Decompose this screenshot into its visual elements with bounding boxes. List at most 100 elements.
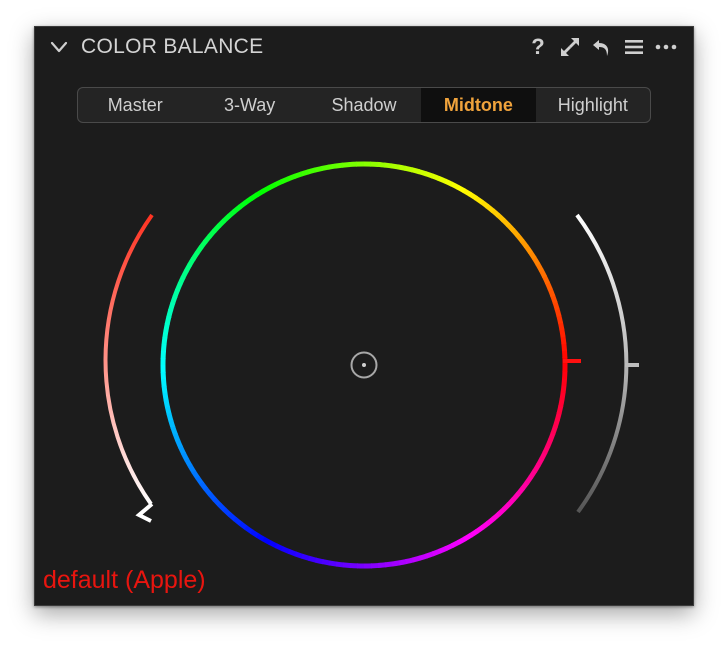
hue-ring-segment <box>306 167 316 175</box>
hue-ring-segment <box>170 426 178 436</box>
hue-ring-segment <box>187 257 196 267</box>
hue-ring-segment <box>456 184 466 194</box>
hue-ring-segment <box>383 162 393 169</box>
hue-ring-segment <box>548 431 556 442</box>
hue-ring-segment <box>280 176 290 185</box>
hue-ring-segment <box>314 557 324 565</box>
hue-ring-segment <box>538 268 547 278</box>
hue-ring-segment <box>450 181 460 190</box>
hue-ring-segment <box>552 301 560 311</box>
hue-ring-segment <box>174 282 183 292</box>
hue-ring-segment <box>172 288 180 299</box>
hue-ring-segment <box>506 497 516 507</box>
hue-ring-segment <box>474 195 484 205</box>
hue-ring-segment <box>237 200 248 210</box>
hue-ring-segment <box>545 438 554 448</box>
hue-ring-segment <box>227 512 238 522</box>
hue-ring-segment <box>535 262 544 272</box>
hue-ring-segment <box>249 192 259 202</box>
hue-ring-segment <box>177 275 186 286</box>
hue-ring-segment <box>501 502 512 512</box>
hue-ring-segment <box>417 169 427 177</box>
hue-ring-segment <box>469 528 479 538</box>
hue-ring-segment <box>412 555 422 563</box>
color-balance-panel: COLOR BALANCE ? Master 3-Way Shadow Midt… <box>34 26 694 606</box>
hue-ring-segment <box>558 398 565 408</box>
hue-ring-segment <box>539 451 548 461</box>
hue-ring-segment <box>501 217 511 228</box>
hue-ring-segment <box>267 182 277 191</box>
hue-ring-segment <box>178 445 187 456</box>
hue-ring-segment <box>232 204 242 214</box>
hue-ring-segment <box>377 562 387 569</box>
hue-ring-segment <box>561 377 568 387</box>
hue-ring-segment <box>341 161 351 168</box>
hue-ring-segment <box>542 444 551 455</box>
left-slider-handle[interactable] <box>135 502 154 523</box>
hue-ring-segment <box>528 469 538 479</box>
hue-ring-segment <box>550 294 558 304</box>
hue-ring-segment <box>180 269 189 279</box>
hue-ring-segment <box>175 439 184 449</box>
hue-ring-segment <box>313 165 323 173</box>
hue-ring-segment <box>194 245 204 255</box>
hue-ring-segment <box>320 164 330 172</box>
hue-ring-segment <box>516 486 526 496</box>
hue-ring-segment <box>287 549 298 557</box>
hue-ring-segment <box>523 244 533 255</box>
hue-ring-segment <box>342 562 352 569</box>
hue-ring-segment <box>430 173 441 181</box>
hue-ring-segment <box>161 336 168 346</box>
hue-ring-segment <box>198 239 208 250</box>
hue-ring-segment <box>527 250 537 260</box>
hue-ring-segment <box>273 179 284 188</box>
hue-ring-segment <box>418 553 428 561</box>
hue-ring-segment <box>199 481 209 492</box>
hue-ring-segment <box>221 213 232 223</box>
left-amount-slider[interactable] <box>103 213 154 506</box>
hue-ring-segment <box>510 228 520 238</box>
right-brightness-slider[interactable] <box>575 213 629 514</box>
hue-ring-segment <box>202 234 212 244</box>
hue-ring-segment <box>560 384 567 394</box>
hue-ring-segment <box>556 405 564 415</box>
hue-ring-segment <box>506 222 516 233</box>
preset-label: default (Apple) <box>43 566 206 594</box>
hue-ring-segment <box>532 463 541 473</box>
center-dot <box>362 363 366 367</box>
hue-ring-segment <box>164 406 172 416</box>
hue-ring-segment <box>559 391 566 401</box>
hue-ring-segment <box>212 497 222 508</box>
hue-ring-segment <box>301 553 311 561</box>
hue-ring-segment <box>468 191 478 201</box>
hue-ring-segment <box>187 464 197 474</box>
hue-ring-segment <box>163 399 171 409</box>
hue-ring-segment <box>168 419 176 429</box>
hue-ring-segment <box>479 199 490 209</box>
hue-ring-segment <box>405 557 415 565</box>
hue-ring-segment <box>294 551 304 559</box>
hue-ring-segment <box>462 188 472 197</box>
hue-ring-segment <box>480 520 491 530</box>
hue-ring-segment <box>262 536 272 546</box>
hue-ring-segment <box>443 178 454 187</box>
hue-ring-segment <box>195 475 205 486</box>
hue-ring-segment <box>397 164 407 171</box>
hue-ring-segment <box>243 196 254 206</box>
hue-ring-segment <box>217 502 227 513</box>
hue-ring-segment <box>163 322 170 332</box>
hue-ring-segment <box>212 223 222 233</box>
hue-ring-segment <box>164 315 172 325</box>
hue-ring-segment <box>184 458 193 468</box>
hue-ring-segment <box>207 228 217 239</box>
hue-ring-segment <box>547 287 556 298</box>
hue-ring-segment <box>431 548 442 557</box>
hue-ring-segment <box>168 302 176 312</box>
hue-ring-segment <box>554 412 562 422</box>
hue-ring-segment <box>531 256 541 266</box>
hue-ring-segment <box>561 342 568 352</box>
hue-ring-segment <box>208 492 218 502</box>
stage: COLOR BALANCE ? Master 3-Way Shadow Midt… <box>0 0 728 648</box>
hue-ring-segment <box>390 163 400 170</box>
hue-ring-segment <box>281 546 291 555</box>
